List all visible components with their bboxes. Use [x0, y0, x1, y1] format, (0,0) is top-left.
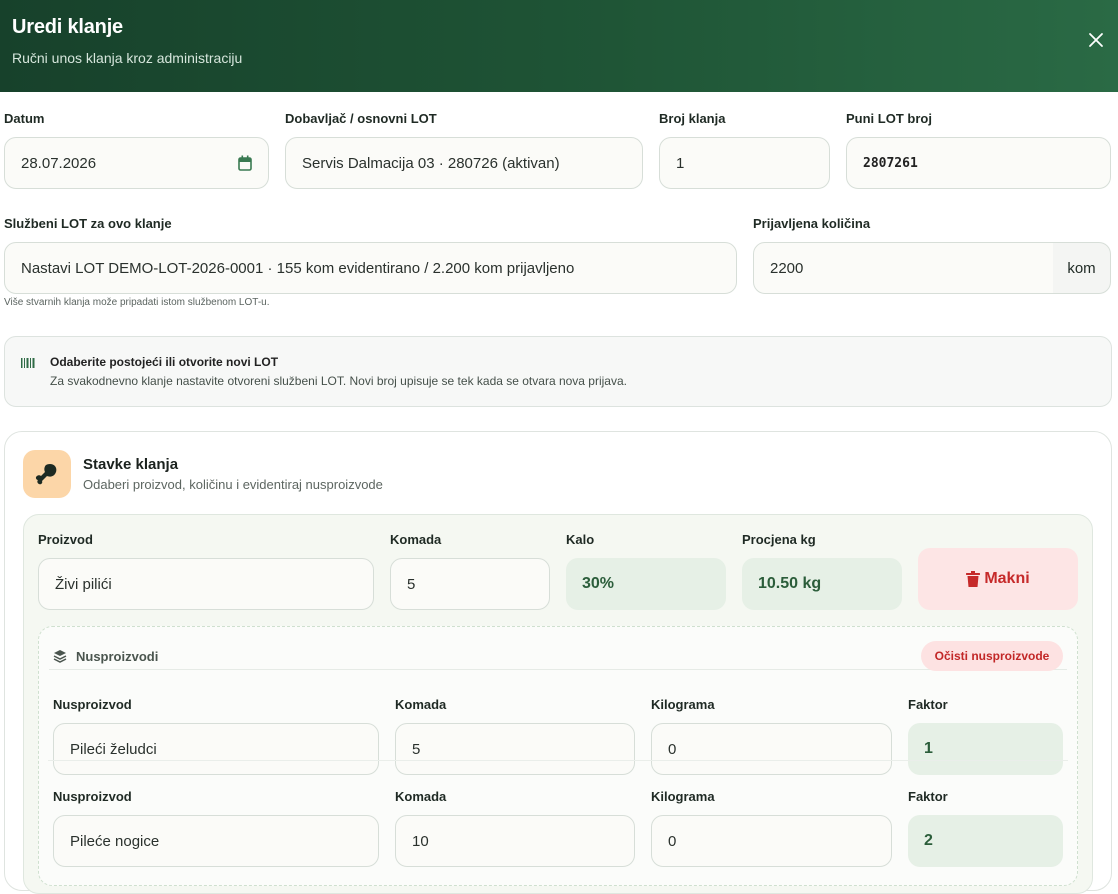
items-subtitle: Odaberi proizvod, količinu i evidentiraj…: [83, 477, 383, 492]
official-lot-help: Više stvarnih klanja može pripadati isto…: [4, 297, 270, 308]
layers-icon: [53, 650, 67, 663]
barcode-icon: [21, 358, 35, 368]
full-lot-field: 2807261: [846, 137, 1111, 189]
estimate-label: Procjena kg: [742, 532, 816, 547]
full-lot-label: Puni LOT broj: [846, 111, 932, 126]
byproduct-pieces-label: Komada: [395, 789, 447, 804]
slaughter-number-value: 1: [676, 154, 685, 172]
byproduct-factor-label: Faktor: [908, 697, 948, 712]
info-title: Odaberite postojeći ili otvorite novi LO…: [50, 355, 279, 369]
calendar-icon[interactable]: [238, 155, 252, 171]
byproduct-kg-label: Kilograma: [651, 789, 715, 804]
quantity-input[interactable]: 2200: [753, 242, 1054, 294]
byproduct-pieces-label: Komada: [395, 697, 447, 712]
row-divider: [48, 760, 1068, 761]
byproduct-select[interactable]: Pileće nogice: [53, 815, 379, 867]
date-label: Datum: [4, 111, 45, 126]
modal-header: Uredi klanje Ručni unos klanja kroz admi…: [0, 0, 1118, 92]
full-lot-value: 2807261: [863, 155, 918, 171]
byproduct-kg-input[interactable]: 0: [651, 723, 892, 775]
product-label: Proizvod: [38, 532, 93, 547]
product-value: Živi pilići: [55, 575, 112, 593]
info-text: Za svakodnevno klanje nastavite otvoreni…: [50, 374, 627, 388]
byproduct-factor-label: Faktor: [908, 789, 948, 804]
slaughter-number-label: Broj klanja: [659, 111, 726, 126]
pieces-label: Komada: [390, 532, 442, 547]
byproduct-kg-input[interactable]: 0: [651, 815, 892, 867]
byproduct-kg-label: Kilograma: [651, 697, 715, 712]
modal-subtitle: Ručni unos klanja kroz administraciju: [12, 50, 243, 66]
quantity-label: Prijavljena količina: [753, 216, 871, 231]
supplier-select[interactable]: Servis Dalmacija 03 · 280726 (aktivan): [285, 137, 643, 189]
shrinkage-label: Kalo: [566, 532, 595, 547]
modal-title: Uredi klanje: [12, 16, 123, 38]
byproducts-title: Nusproizvodi: [76, 649, 159, 664]
byproduct-select[interactable]: Pileći želudci: [53, 723, 379, 775]
items-title: Stavke klanja: [83, 456, 179, 473]
clear-byproducts-button[interactable]: Očisti nusproizvode: [921, 641, 1063, 671]
byproduct-factor-value: 2: [908, 815, 1063, 867]
byproduct-value: Pileće nogice: [70, 832, 160, 850]
byproduct-pieces-input[interactable]: 10: [395, 815, 635, 867]
pieces-value: 5: [407, 575, 416, 593]
pieces-input[interactable]: 5: [390, 558, 550, 610]
official-lot-label: Službeni LOT za ovo klanje: [4, 216, 172, 231]
byproduct-label: Nusproizvod: [53, 789, 132, 804]
quantity-unit: kom: [1053, 242, 1111, 294]
byproduct-factor-value: 1: [908, 723, 1063, 775]
lot-info-box: Odaberite postojeći ili otvorite novi LO…: [4, 336, 1112, 407]
remove-item-button[interactable]: Makni: [918, 548, 1078, 610]
official-lot-select[interactable]: Nastavi LOT DEMO-LOT-2026-0001 · 155 kom…: [4, 242, 737, 294]
byproduct-value: Pileći želudci: [70, 740, 157, 758]
byproduct-pieces-value: 5: [412, 740, 421, 758]
byproduct-kg-value: 0: [668, 832, 677, 850]
byproduct-kg-value: 0: [668, 740, 677, 758]
close-icon[interactable]: [1086, 30, 1106, 50]
supplier-label: Dobavljač / osnovni LOT: [285, 111, 437, 126]
official-lot-value: Nastavi LOT DEMO-LOT-2026-0001 · 155 kom…: [21, 259, 575, 277]
byproduct-pieces-value: 10: [412, 832, 429, 850]
slaughter-number-input[interactable]: 1: [659, 137, 830, 189]
product-select[interactable]: Živi pilići: [38, 558, 374, 610]
byproduct-pieces-input[interactable]: 5: [395, 723, 635, 775]
byproduct-label: Nusproizvod: [53, 697, 132, 712]
supplier-value: Servis Dalmacija 03 · 280726 (aktivan): [302, 154, 560, 172]
drumstick-icon: [23, 450, 71, 498]
estimate-value: 10.50 kg: [742, 558, 902, 610]
byproducts-divider: [49, 669, 1067, 670]
trash-icon: [966, 571, 981, 587]
remove-item-label: Makni: [984, 570, 1030, 587]
date-field[interactable]: 28.07.2026: [4, 137, 269, 189]
quantity-value: 2200: [770, 259, 804, 277]
shrinkage-value: 30%: [566, 558, 726, 610]
date-value: 28.07.2026: [21, 154, 97, 172]
